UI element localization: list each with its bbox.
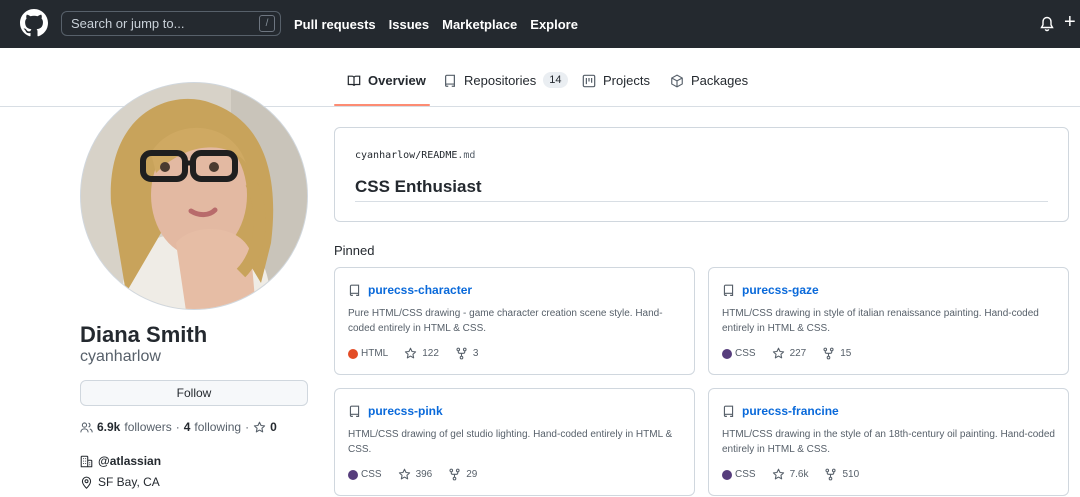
- repo-language: HTML: [348, 348, 388, 359]
- company-link[interactable]: @atlassian: [98, 454, 161, 468]
- repo-stars[interactable]: 7.6k: [772, 468, 808, 481]
- nav-explore[interactable]: Explore: [530, 17, 578, 32]
- tab-packages[interactable]: Packages: [670, 73, 748, 107]
- tab-repositories-label: Repositories: [464, 73, 537, 88]
- tab-overview-label: Overview: [368, 73, 426, 88]
- search-shortcut-key: /: [259, 15, 275, 32]
- pinned-card: purecss-pink HTML/CSS drawing of gel stu…: [334, 388, 695, 496]
- tab-projects[interactable]: Projects: [582, 73, 650, 107]
- repo-icon: [723, 284, 734, 296]
- readme-owner[interactable]: cyanharlow: [355, 150, 415, 161]
- tab-packages-label: Packages: [691, 73, 749, 88]
- github-logo-icon[interactable]: [20, 9, 48, 37]
- repo-description: Pure HTML/CSS drawing - game character c…: [348, 308, 663, 334]
- follow-button[interactable]: Follow: [80, 380, 308, 406]
- search-placeholder: Search or jump to...: [71, 16, 185, 31]
- star-icon: [398, 468, 410, 480]
- repo-language: CSS: [722, 348, 756, 359]
- nav-issues[interactable]: Issues: [389, 17, 429, 32]
- repo-icon: [723, 405, 734, 417]
- language-color-dot: [348, 469, 358, 480]
- stats-separator-2: ·: [245, 420, 250, 434]
- repo-link[interactable]: purecss-pink: [368, 404, 443, 418]
- readme-file[interactable]: README: [421, 150, 457, 161]
- tab-repositories[interactable]: Repositories 14: [443, 72, 568, 107]
- top-header: Search or jump to... / Pull requests Iss…: [0, 0, 1080, 48]
- nav-marketplace[interactable]: Marketplace: [442, 17, 517, 32]
- repo-icon: [349, 405, 360, 417]
- following-label[interactable]: following: [194, 420, 241, 434]
- repo-icon: [349, 284, 360, 296]
- tab-overview[interactable]: Overview: [347, 73, 426, 107]
- repositories-count-badge: 14: [543, 72, 568, 88]
- stars-count[interactable]: 0: [270, 420, 277, 434]
- pinned-card: purecss-gaze HTML/CSS drawing in style o…: [708, 267, 1069, 375]
- repo-stars[interactable]: 396: [398, 468, 432, 481]
- repo-description: HTML/CSS drawing in the style of an 18th…: [722, 429, 1055, 455]
- fork-icon: [449, 468, 460, 481]
- follow-stats: 6.9k followers · 4 following · 0: [80, 420, 277, 434]
- repo-link[interactable]: purecss-francine: [742, 404, 839, 418]
- profile-readme: cyanharlow/README.md CSS Enthusiast: [334, 127, 1069, 222]
- fork-icon: [825, 468, 837, 481]
- location-text: SF Bay, CA: [98, 475, 160, 489]
- repo-forks[interactable]: 29: [448, 468, 477, 481]
- repo-stars[interactable]: 122: [404, 347, 439, 360]
- tab-projects-label: Projects: [603, 73, 650, 88]
- package-icon: [671, 74, 683, 88]
- repo-stars[interactable]: 227: [772, 347, 806, 360]
- book-icon: [347, 75, 361, 86]
- star-icon: [772, 468, 784, 480]
- repo-language: CSS: [722, 469, 756, 480]
- language-color-dot: [348, 348, 358, 359]
- people-icon: [80, 421, 93, 432]
- repo-link[interactable]: purecss-gaze: [742, 283, 819, 297]
- following-count[interactable]: 4: [184, 420, 191, 434]
- avatar-photo: [81, 83, 307, 309]
- star-icon: [405, 347, 417, 359]
- bell-icon[interactable]: [1039, 15, 1055, 33]
- nav-pull-requests[interactable]: Pull requests: [294, 17, 376, 32]
- avatar[interactable]: [80, 82, 308, 310]
- followers-count[interactable]: 6.9k: [97, 420, 120, 434]
- language-color-dot: [722, 469, 732, 480]
- profile-username: cyanharlow: [80, 348, 161, 365]
- profile-location: SF Bay, CA: [80, 475, 160, 489]
- repo-link[interactable]: purecss-character: [368, 283, 472, 297]
- fork-icon: [456, 347, 467, 360]
- repo-forks[interactable]: 510: [824, 468, 859, 481]
- profile-company: @atlassian: [80, 454, 161, 468]
- star-icon: [772, 347, 784, 359]
- readme-divider: [355, 201, 1048, 202]
- pinned-card: purecss-character Pure HTML/CSS drawing …: [334, 267, 695, 375]
- repo-description: HTML/CSS drawing of gel studio lighting.…: [348, 429, 673, 455]
- star-icon: [253, 421, 266, 432]
- profile-full-name: Diana Smith: [80, 322, 208, 347]
- repo-icon: [445, 74, 455, 87]
- organization-icon: [80, 455, 93, 467]
- top-nav: Pull requests Issues Marketplace Explore: [294, 0, 578, 48]
- repo-language: CSS: [348, 469, 382, 480]
- fork-icon: [823, 347, 834, 360]
- repo-description: HTML/CSS drawing in style of italian ren…: [722, 308, 1039, 334]
- repo-forks[interactable]: 3: [455, 347, 478, 360]
- language-color-dot: [722, 348, 732, 359]
- project-icon: [582, 74, 596, 88]
- pinned-section-title: Pinned: [334, 243, 375, 258]
- pinned-card: purecss-francine HTML/CSS drawing in the…: [708, 388, 1069, 496]
- search-input[interactable]: Search or jump to... /: [61, 11, 281, 36]
- readme-heading: CSS Enthusiast: [355, 177, 482, 196]
- create-new-plus-icon[interactable]: +: [1064, 12, 1076, 32]
- repo-forks[interactable]: 15: [822, 347, 851, 360]
- readme-path: cyanharlow/README.md: [355, 150, 475, 161]
- readme-file-ext[interactable]: .md: [457, 150, 475, 161]
- location-icon: [81, 476, 92, 489]
- followers-label[interactable]: followers: [124, 420, 171, 434]
- stats-separator: ·: [175, 420, 180, 434]
